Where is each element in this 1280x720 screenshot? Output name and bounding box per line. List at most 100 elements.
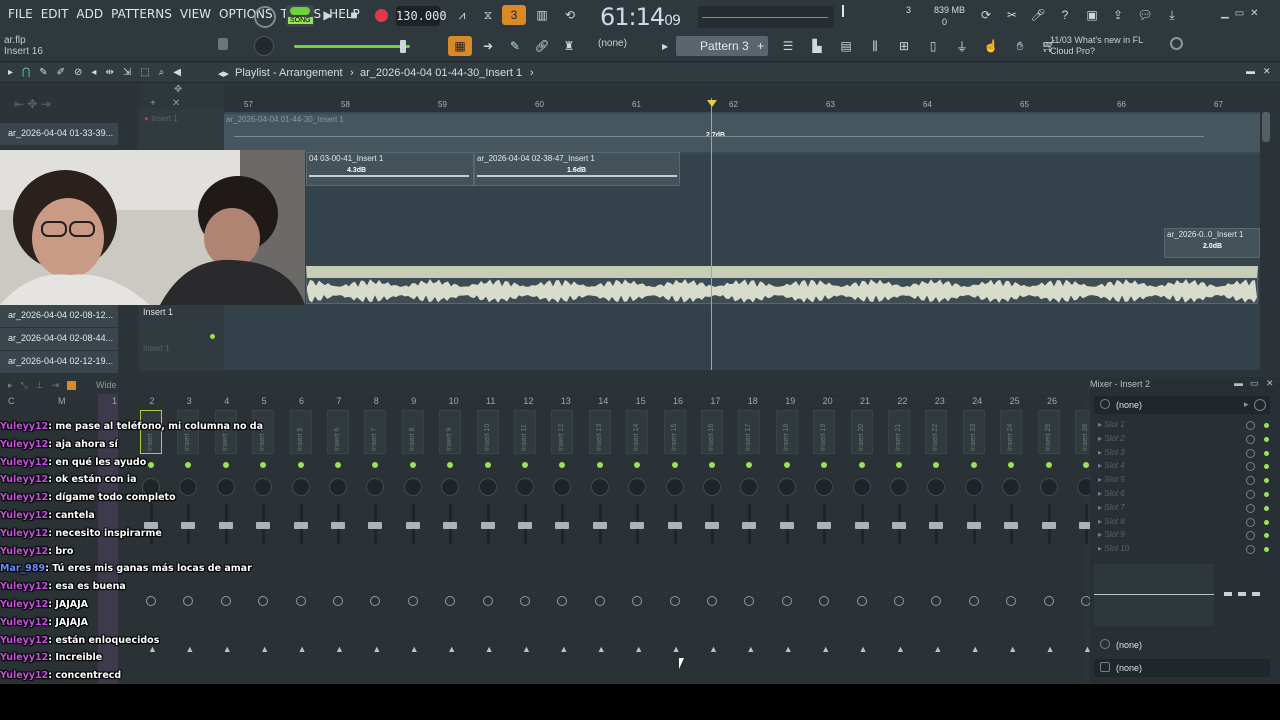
close-icon[interactable]: ✕ bbox=[1250, 8, 1258, 19]
record-button[interactable] bbox=[369, 5, 393, 25]
insert-name-box[interactable]: Insert 20 bbox=[850, 410, 873, 454]
insert-mute-led[interactable] bbox=[933, 462, 940, 468]
insert-name-box[interactable]: Insert 16 bbox=[701, 410, 723, 454]
send-arrow-icon[interactable]: ▲ bbox=[1008, 644, 1017, 654]
mixer-insert-strip[interactable]: Insert 14 ▲ bbox=[620, 408, 656, 684]
insert-mute-led[interactable] bbox=[522, 462, 528, 468]
insert-fx-icon[interactable] bbox=[744, 596, 755, 606]
project-button[interactable]: ▯ bbox=[921, 36, 945, 56]
insert-mute-led[interactable] bbox=[671, 462, 678, 468]
link-button[interactable]: 🔗︎ bbox=[530, 36, 554, 56]
tempo-display[interactable]: 130.000 bbox=[396, 6, 447, 26]
eq-fader-mid[interactable] bbox=[1238, 592, 1246, 596]
volume-fader[interactable] bbox=[331, 522, 345, 529]
insert-fx-icon[interactable] bbox=[781, 596, 792, 606]
fx-slot[interactable]: ▸ Slot 6 bbox=[1098, 489, 1269, 502]
play-arrow-icon[interactable]: ▸ bbox=[8, 67, 13, 78]
mixer-close-icon[interactable]: ✕ bbox=[1266, 378, 1274, 389]
insert-fx-icon[interactable] bbox=[520, 596, 530, 606]
insert-mute-led[interactable] bbox=[746, 462, 753, 468]
insert-fx-icon[interactable] bbox=[295, 596, 306, 606]
slot-mix-knob[interactable] bbox=[1246, 448, 1255, 458]
master-pitch-slider[interactable] bbox=[294, 40, 410, 53]
insert-mute-led[interactable] bbox=[896, 462, 902, 468]
mixer-insert-strip[interactable]: Insert 19 ▲ bbox=[807, 408, 843, 684]
pattern-play-icon[interactable]: ▶ bbox=[662, 42, 668, 51]
volume-fader[interactable] bbox=[1004, 522, 1019, 529]
insert-name-box[interactable]: Insert 14 bbox=[626, 410, 649, 454]
pan-knob[interactable] bbox=[366, 478, 385, 496]
clip-source-item[interactable]: ar_2026-04-04 02-08-12... bbox=[0, 305, 118, 327]
insert-name-box[interactable]: Insert 23 bbox=[962, 410, 985, 454]
delete-icon[interactable]: ⊘ bbox=[74, 67, 82, 78]
playhead[interactable] bbox=[711, 98, 712, 370]
pan-knob[interactable] bbox=[740, 478, 759, 496]
news-panel[interactable]: 11/03 What's new in FL Cloud Pro? bbox=[1050, 35, 1160, 57]
pat-song-knob[interactable] bbox=[254, 6, 276, 28]
fx-slot[interactable]: ▸ Slot 7 bbox=[1098, 503, 1269, 516]
step-edit-button[interactable]: ▥ bbox=[530, 5, 554, 25]
pan-knob[interactable] bbox=[927, 478, 946, 496]
slot-led[interactable] bbox=[1264, 492, 1269, 497]
pan-knob[interactable] bbox=[1039, 478, 1058, 496]
zoom-icon[interactable]: ⌕ bbox=[159, 67, 165, 78]
mixer-button[interactable]: ⫼ bbox=[863, 36, 887, 56]
move-icon[interactable]: ✥ bbox=[174, 84, 182, 95]
cross-icon[interactable]: ✕ bbox=[172, 98, 180, 109]
insert-fx-icon[interactable] bbox=[482, 596, 493, 606]
mixer-insert-strip[interactable]: Insert 6 ▲ bbox=[321, 408, 357, 684]
arrow-icon[interactable]: ▸ bbox=[8, 380, 13, 391]
send-arrow-icon[interactable]: ▲ bbox=[1046, 644, 1055, 654]
clip-source-item[interactable]: ar_2026-04-04 02-12-19... bbox=[0, 351, 118, 373]
metronome-button[interactable]: ⩘ bbox=[450, 5, 474, 25]
fx-slot[interactable]: ▸ Slot 9 bbox=[1098, 530, 1269, 543]
insert-mute-led[interactable] bbox=[484, 462, 491, 468]
slot-mix-knob[interactable] bbox=[1246, 531, 1255, 541]
send-arrow-icon[interactable]: ▲ bbox=[933, 644, 942, 654]
pan-knob[interactable] bbox=[777, 478, 796, 496]
mixer-insert-strip[interactable]: Insert 9 ▲ bbox=[433, 408, 469, 684]
menu-edit[interactable]: EDIT bbox=[37, 7, 73, 21]
slider-handle[interactable] bbox=[400, 40, 406, 53]
minimize-icon[interactable]: ▁ bbox=[1221, 8, 1229, 19]
playlist-grid[interactable]: 57 58 59 60 61 62 63 64 65 66 67 ar_2026-04-04 01-… bbox=[224, 98, 1260, 370]
mixer-minimize-icon[interactable]: ▬ bbox=[1234, 378, 1243, 388]
insert-name-box[interactable]: Insert 11 bbox=[514, 410, 536, 454]
volume-fader[interactable] bbox=[443, 522, 458, 529]
pan-knob[interactable] bbox=[329, 478, 347, 496]
send-arrow-icon[interactable]: ▲ bbox=[260, 644, 269, 654]
output-select-2[interactable]: (none) bbox=[1094, 659, 1270, 677]
pan-knob[interactable] bbox=[815, 478, 834, 496]
wait-input-button[interactable]: ⧖ bbox=[476, 5, 500, 25]
mixer-insert-strip[interactable]: Insert 8 ▲ bbox=[396, 408, 432, 684]
pan-knob[interactable] bbox=[590, 478, 609, 496]
mixer-insert-strip[interactable]: Insert 25 ▲ bbox=[1032, 408, 1068, 684]
pattern-selector[interactable]: Pattern 3 + bbox=[676, 36, 768, 56]
insert-name-box[interactable]: Insert 6 bbox=[327, 410, 349, 454]
slot-mix-knob[interactable] bbox=[1246, 421, 1255, 430]
slot-mix-knob[interactable] bbox=[1246, 517, 1255, 527]
insert-mute-led[interactable] bbox=[447, 462, 454, 468]
pan-knob[interactable] bbox=[852, 478, 871, 496]
undo-button[interactable]: ⟳ bbox=[974, 5, 998, 25]
insert-mute-led[interactable] bbox=[821, 462, 828, 468]
mixer-insert-strip[interactable]: Insert 23 ▲ bbox=[957, 408, 993, 684]
insert-mute-led[interactable] bbox=[596, 462, 603, 468]
mixer-insert-strip[interactable]: Insert 5 ▲ bbox=[284, 408, 320, 684]
plugin-button[interactable]: ⏚ bbox=[950, 36, 974, 56]
slice-icon[interactable]: ⇲ bbox=[123, 67, 131, 78]
channel-rack-button[interactable]: ▤ bbox=[834, 36, 858, 56]
fx-slot[interactable]: ▸ Slot 1 bbox=[1098, 420, 1269, 433]
playlist-close-icon[interactable]: ✕ bbox=[1263, 66, 1271, 77]
insert-name-box[interactable]: Insert 10 bbox=[476, 410, 499, 454]
slot-mix-knob[interactable] bbox=[1246, 545, 1255, 555]
insert-fx-icon[interactable] bbox=[407, 596, 418, 606]
volume-fader[interactable] bbox=[705, 522, 719, 529]
send-arrow-icon[interactable]: ▲ bbox=[859, 644, 868, 654]
insert-name-box[interactable]: Insert 24 bbox=[1000, 410, 1023, 454]
volume-fader[interactable] bbox=[667, 522, 682, 529]
pan-knob[interactable] bbox=[553, 478, 572, 496]
send-arrow-icon[interactable]: ▲ bbox=[522, 644, 531, 654]
volume-fader[interactable] bbox=[929, 522, 944, 529]
insert-mute-led[interactable] bbox=[372, 462, 379, 468]
